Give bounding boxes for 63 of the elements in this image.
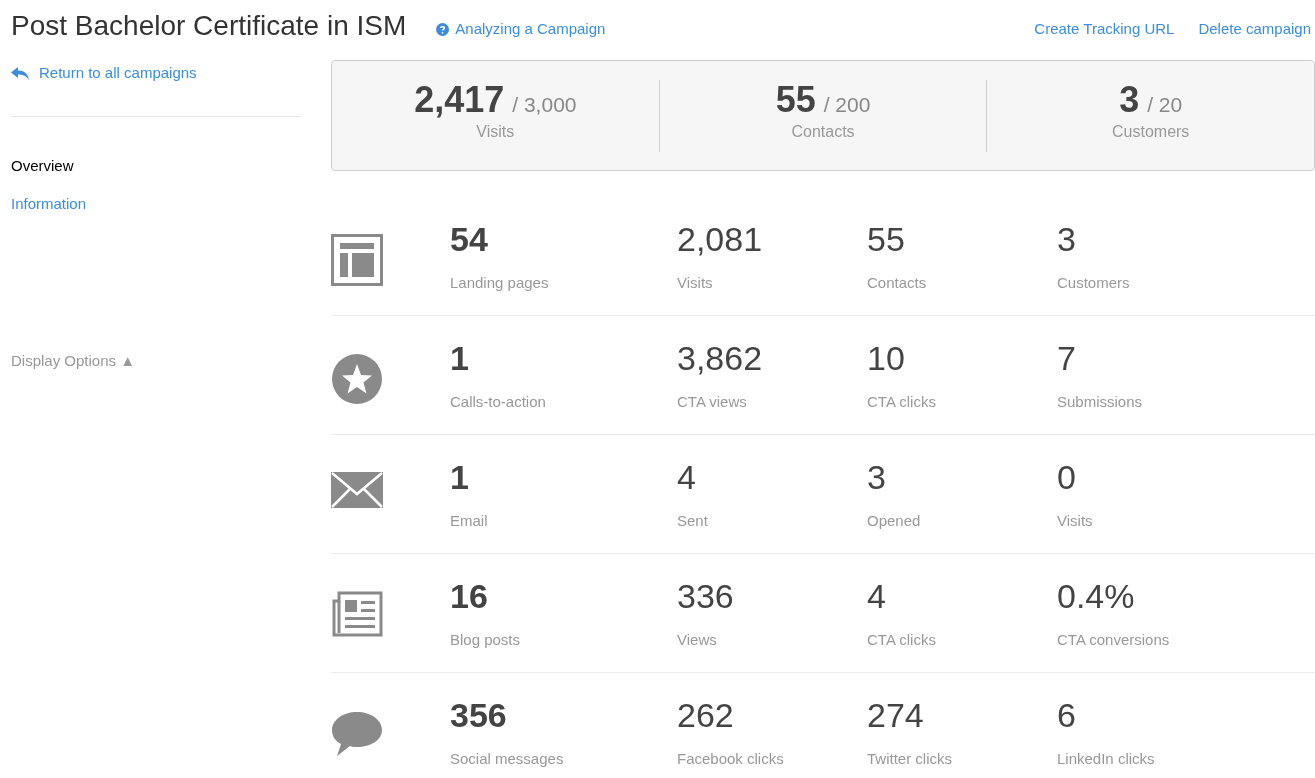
metric-value: 3: [1057, 222, 1076, 256]
help-icon: [436, 22, 450, 36]
metric-label: Opened: [867, 511, 921, 531]
metric-label: Social messages: [450, 749, 564, 769]
sidebar-nav-item[interactable]: Information: [11, 193, 301, 216]
layout-icon: [331, 234, 383, 286]
metric-value: 1: [450, 341, 469, 375]
goal-label: Contacts: [791, 121, 855, 142]
metric-label: CTA clicks: [867, 392, 936, 412]
metric-value: 3,862: [677, 341, 763, 375]
metric-label: Submissions: [1057, 392, 1143, 412]
action-link[interactable]: Delete campaign: [1198, 17, 1311, 41]
reply-arrow-icon: [11, 66, 29, 80]
metric-value: 16: [450, 579, 488, 613]
metric-label: CTA clicks: [867, 630, 936, 650]
metric-label: Contacts: [867, 273, 927, 293]
back-link[interactable]: Return to all campaigns: [11, 62, 301, 85]
metric-label: Email: [450, 511, 488, 531]
metric-label: LinkedIn clicks: [1057, 749, 1155, 769]
goal-target: / 3,000: [512, 93, 577, 115]
action-link[interactable]: Create Tracking URL: [1034, 17, 1175, 41]
metric-value: 356: [450, 698, 507, 732]
metric-value: 0.4%: [1057, 579, 1135, 613]
metric-label: Sent: [677, 511, 708, 531]
metric-label: Landing pages: [450, 273, 549, 293]
metric-value: 54: [450, 222, 488, 256]
metric-value: 336: [677, 579, 734, 613]
metric-label: Views: [677, 630, 717, 650]
metric-value: 4: [677, 460, 696, 494]
goal-label: Visits: [476, 121, 515, 142]
goal-target: / 20: [1147, 93, 1183, 115]
metric-value: 262: [677, 698, 734, 732]
metric-label: Blog posts: [450, 630, 521, 650]
metric-label: CTA conversions: [1057, 630, 1170, 650]
metric-value: 4: [867, 579, 886, 613]
metric-value: 6: [1057, 698, 1076, 732]
metric-label: Visits: [677, 273, 713, 293]
metric-value: 2,081: [677, 222, 763, 256]
metric-value: 10: [867, 341, 905, 375]
metric-label: CTA views: [677, 392, 747, 412]
display-options-toggle[interactable]: Display Options ▲: [11, 349, 136, 372]
metric-value: 0: [1057, 460, 1076, 494]
speech-bubble-icon: [331, 710, 383, 758]
envelope-icon: [331, 472, 383, 508]
metric-value: 7: [1057, 341, 1076, 375]
metric-label: Twitter clicks: [867, 749, 952, 769]
metric-value: 3: [867, 460, 886, 494]
goal-value: 3: [1119, 81, 1140, 118]
metric-label: Visits: [1057, 511, 1093, 531]
campaign-title: Post Bachelor Certificate in ISM: [11, 12, 407, 40]
newspaper-icon: [331, 591, 383, 637]
help-link[interactable]: Analyzing a Campaign: [436, 17, 606, 41]
sidebar-nav-item[interactable]: Overview: [11, 154, 301, 177]
goal-target: / 200: [823, 93, 871, 115]
metric-value: 1: [450, 460, 469, 494]
goal-value: 2,417: [414, 81, 505, 118]
metric-label: Facebook clicks: [677, 749, 784, 769]
goal-value: 55: [775, 81, 816, 118]
metric-value: 274: [867, 698, 924, 732]
metric-label: Calls-to-action: [450, 392, 546, 412]
goal-label: Customers: [1112, 121, 1190, 142]
metric-label: Customers: [1057, 273, 1130, 293]
metric-value: 55: [867, 222, 905, 256]
